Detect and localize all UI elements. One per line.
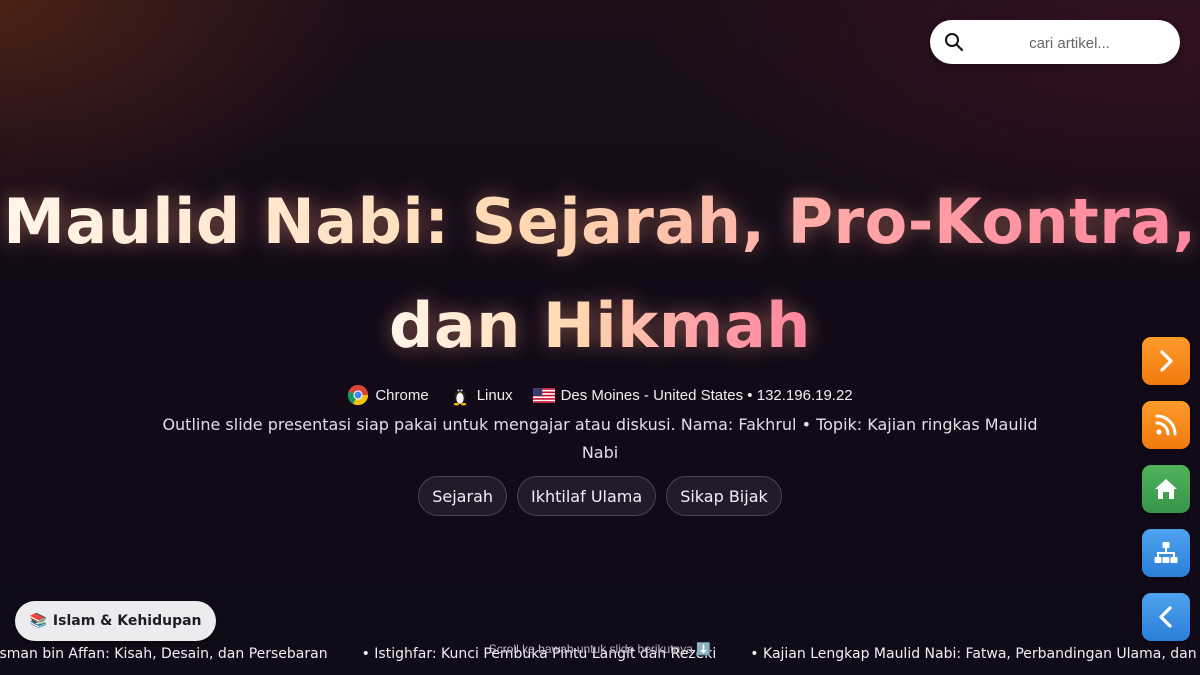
chevron-right-icon <box>1160 350 1173 372</box>
next-slide-button[interactable] <box>1142 337 1190 385</box>
category-label: Islam & Kehidupan <box>52 613 202 629</box>
category-button[interactable]: 📚 Islam & Kehidupan <box>15 601 216 641</box>
sitemap-button[interactable] <box>1142 529 1190 577</box>
rss-button[interactable] <box>1142 401 1190 449</box>
chrome-icon <box>348 384 369 406</box>
scroll-hint: Scroll ke bawah untuk slide berikutnya ⬇… <box>488 642 712 656</box>
page-title: Maulid Nabi: Sejarah, Pro-Kontra, dan Hi… <box>0 170 1200 378</box>
linux-icon <box>453 389 467 406</box>
page-title-line1: Maulid Nabi: Sejarah, Pro-Kontra, <box>3 185 1197 258</box>
visitor-meta: Chrome Linux Des Moines - United States … <box>0 382 1200 408</box>
search-box[interactable] <box>930 20 1180 66</box>
tag-ikhtilaf-ulama[interactable]: Ikhtilaf Ulama <box>517 476 657 516</box>
books-icon: 📚 <box>29 613 47 629</box>
search-input[interactable] <box>970 20 1169 66</box>
tag-sikap-bijak[interactable]: Sikap Bijak <box>666 476 782 516</box>
location-ip: Des Moines - United States • 132.196.19.… <box>560 386 853 404</box>
page-title-line2: dan Hikmah <box>389 289 811 362</box>
home-button[interactable] <box>1142 465 1190 513</box>
rss-icon <box>1155 414 1177 436</box>
tag-sejarah[interactable]: Sejarah <box>418 476 508 516</box>
search-icon <box>945 33 964 52</box>
home-icon <box>1155 479 1177 499</box>
page-description: Outline slide presentasi siap pakai untu… <box>162 415 1038 462</box>
us-flag-icon <box>532 387 555 403</box>
chevron-left-icon <box>1159 606 1172 628</box>
os-name: Linux <box>476 386 513 404</box>
prev-slide-button[interactable] <box>1142 593 1190 641</box>
tag-list: Sejarah Ikhtilaf Ulama Sikap Bijak <box>0 476 1200 516</box>
sitemap-icon <box>1154 542 1178 563</box>
browser-name: Chrome <box>375 386 429 404</box>
